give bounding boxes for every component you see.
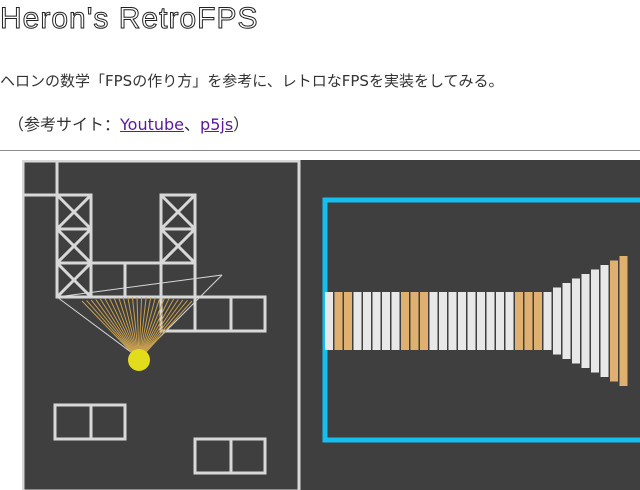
wall-strips (325, 256, 628, 386)
map-wall (159, 261, 197, 299)
map-wall (229, 437, 267, 475)
map-wall (193, 437, 233, 475)
horizontal-rule (0, 150, 640, 151)
game-canvas[interactable] (22, 160, 640, 490)
game-svg (22, 160, 640, 490)
wall-strip (562, 283, 571, 359)
wall-strip (344, 292, 352, 350)
ray-line (95, 299, 140, 361)
wall-strip (600, 265, 609, 377)
wall-strip (505, 292, 514, 350)
wall-strip (515, 292, 523, 350)
player-dot (128, 349, 150, 371)
wall-strip (410, 292, 419, 350)
wall-strip (619, 256, 628, 386)
wall-strip (325, 292, 333, 350)
wall-strip (420, 292, 428, 350)
wall-strip (401, 292, 409, 350)
page-title: Heron's RetroFPS (0, 2, 259, 36)
youtube-link[interactable]: Youtube (120, 115, 184, 134)
wall-strip (553, 287, 561, 355)
wall-strip (524, 292, 533, 350)
wall-strip (610, 260, 618, 382)
wall-strip (477, 292, 485, 350)
wall-strip (496, 292, 504, 350)
refs-prefix: （参考サイト： (8, 115, 121, 134)
refs-separator: 、 (184, 115, 201, 134)
map-wall (89, 403, 127, 441)
page-description: ヘロンの数学「FPSの作り方」を参考に、レトロなFPSを実装をしてみる。 (0, 72, 504, 90)
wall-strip (458, 292, 466, 350)
wall-strip (391, 292, 400, 350)
wall-strip (353, 292, 362, 350)
wall-strip (534, 292, 542, 350)
map-wall (22, 160, 59, 197)
wall-strip (543, 292, 552, 350)
wall-strip (429, 292, 438, 350)
wall-strip (448, 292, 457, 350)
wall-strip (382, 292, 390, 350)
p5js-link[interactable]: p5js (200, 115, 233, 134)
wall-strip (439, 292, 447, 350)
wall-strip (363, 292, 371, 350)
wall-strip (591, 269, 599, 373)
map-wall (229, 295, 267, 333)
wall-strip (467, 292, 476, 350)
wall-strip (486, 292, 495, 350)
map-wall (193, 295, 233, 333)
view3d (322, 197, 640, 443)
refs-suffix: ） (233, 115, 250, 134)
reference-links: （参考サイト：Youtube、p5js） (8, 111, 249, 135)
wall-strip (581, 274, 590, 368)
map-wall (123, 261, 163, 299)
wall-strip (572, 278, 580, 364)
wall-strip (372, 292, 381, 350)
wall-strip (334, 292, 343, 350)
map-wall (53, 403, 93, 441)
